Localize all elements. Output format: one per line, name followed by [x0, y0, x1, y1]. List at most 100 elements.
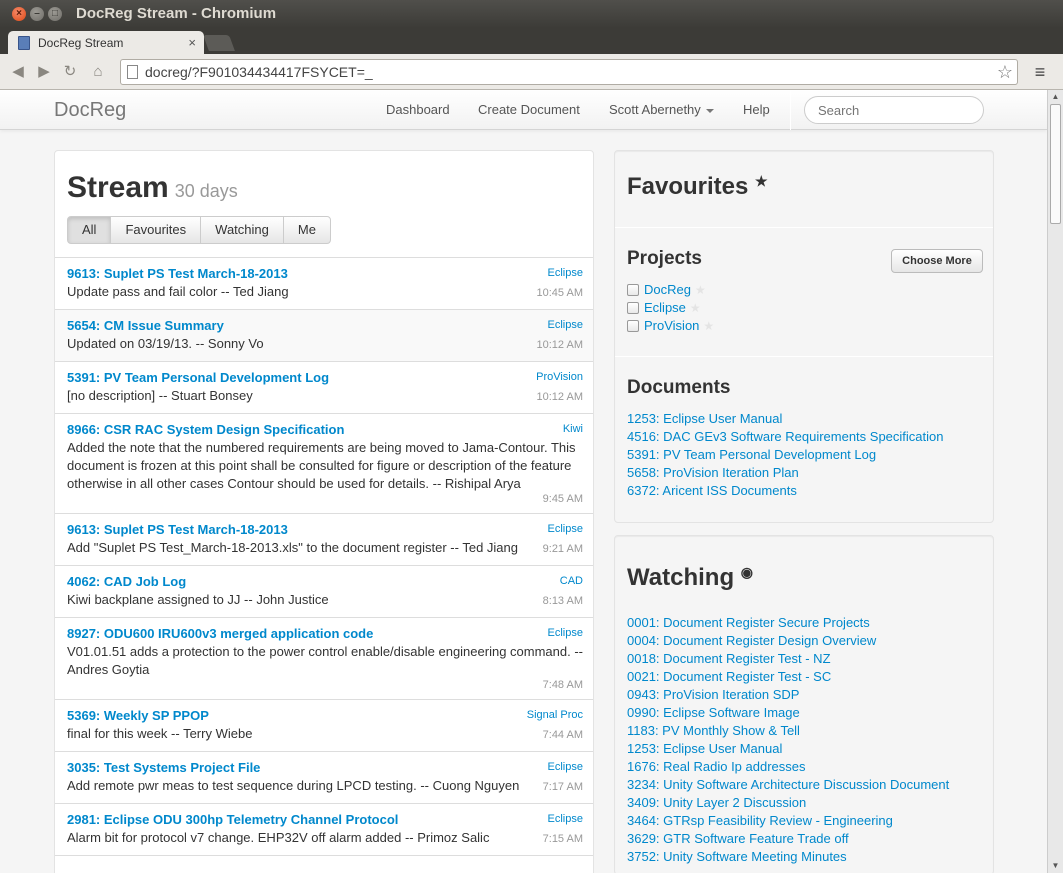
- stream-item-title-link[interactable]: 2981: Eclipse ODU 300hp Telemetry Channe…: [67, 811, 583, 829]
- favourites-title: Favourites: [627, 173, 749, 200]
- scrollbar-thumb[interactable]: [1050, 104, 1061, 224]
- watched-document-link[interactable]: 0001: Document Register Secure Projects: [627, 615, 870, 630]
- project-checkbox[interactable]: [627, 320, 639, 332]
- eye-icon: ◉: [740, 564, 753, 580]
- document-link[interactable]: 4516: DAC GEv3 Software Requirements Spe…: [627, 429, 944, 444]
- stream-item-project-link[interactable]: Eclipse: [548, 523, 583, 535]
- stream-item-description: Alarm bit for protocol v7 change. EHP32V…: [67, 830, 490, 845]
- project-favourite-row: ProVision ★: [627, 317, 714, 335]
- window-minimize-button[interactable]: –: [30, 7, 44, 21]
- stream-item-project-link[interactable]: ProVision: [536, 371, 583, 383]
- watched-document-link[interactable]: 3409: Unity Layer 2 Discussion: [627, 795, 806, 810]
- browser-window: × – □ DocReg Stream - Chromium DocReg St…: [0, 0, 1063, 873]
- brand-link[interactable]: DocReg: [54, 99, 126, 122]
- stream-item-title-link[interactable]: 9613: Suplet PS Test March-18-2013: [67, 521, 583, 539]
- watching-documents-list: 0001: Document Register Secure Projects …: [627, 614, 949, 866]
- back-arrow-icon[interactable]: ◀: [8, 62, 28, 82]
- stream-item-title-link[interactable]: 9613: Suplet PS Test March-18-2013: [67, 265, 583, 283]
- star-icon[interactable]: ★: [695, 283, 706, 297]
- stream-item-description: final for this week -- Terry Wiebe: [67, 726, 253, 741]
- browser-toolbar: ◀ ▶ ↻ ⌂ docreg/?F901034434417FSYCET=_ ☆ …: [0, 54, 1063, 90]
- watched-document-link[interactable]: 0004: Document Register Design Overview: [627, 633, 876, 648]
- filter-me-button[interactable]: Me: [282, 216, 331, 244]
- reload-icon[interactable]: ↻: [60, 62, 80, 82]
- stream-item-title-link[interactable]: 8927: ODU600 IRU600v3 merged application…: [67, 625, 583, 643]
- stream-item-project-link[interactable]: Eclipse: [548, 627, 583, 639]
- nav-user-menu[interactable]: Scott Abernethy: [609, 102, 715, 117]
- forward-arrow-icon[interactable]: ▶: [34, 62, 54, 82]
- stream-item: 2981: Eclipse ODU 300hp Telemetry Channe…: [55, 804, 593, 856]
- document-link[interactable]: 5658: ProVision Iteration Plan: [627, 465, 799, 480]
- nav-create-document[interactable]: Create Document: [478, 102, 580, 117]
- watched-document-link[interactable]: 3629: GTR Software Feature Trade off: [627, 831, 849, 846]
- stream-item-title-link[interactable]: 3035: Test Systems Project File: [67, 759, 583, 777]
- stream-item-title-link[interactable]: 4062: CAD Job Log: [67, 573, 583, 591]
- projects-heading: Projects: [627, 248, 702, 269]
- project-link[interactable]: Eclipse: [644, 300, 686, 315]
- scroll-down-arrow-icon[interactable]: ▼: [1048, 859, 1063, 873]
- stream-item-description: Update pass and fail color -- Ted Jiang: [67, 284, 289, 299]
- stream-item-description: Updated on 03/19/13. -- Sonny Vo: [67, 336, 264, 351]
- scroll-up-arrow-icon[interactable]: ▲: [1048, 90, 1063, 104]
- stream-item: 8966: CSR RAC System Design Specificatio…: [55, 414, 593, 514]
- stream-list: 9613: Suplet PS Test March-18-2013 Eclip…: [55, 257, 593, 856]
- project-checkbox[interactable]: [627, 284, 639, 296]
- page-favicon-icon: [18, 36, 30, 50]
- document-link[interactable]: 1253: Eclipse User Manual: [627, 411, 782, 426]
- stream-item: 5391: PV Team Personal Development Log P…: [55, 362, 593, 414]
- document-link[interactable]: 6372: Aricent ISS Documents: [627, 483, 797, 498]
- tab-title: DocReg Stream: [38, 36, 124, 50]
- bookmark-star-icon[interactable]: ☆: [997, 60, 1013, 84]
- stream-item-title-link[interactable]: 8966: CSR RAC System Design Specificatio…: [67, 421, 583, 439]
- stream-item-project-link[interactable]: CAD: [560, 575, 583, 587]
- stream-item-time: 7:44 AM: [542, 729, 583, 741]
- new-tab-button[interactable]: [203, 35, 235, 51]
- stream-item-title-link[interactable]: 5654: CM Issue Summary: [67, 317, 583, 335]
- watched-document-link[interactable]: 0990: Eclipse Software Image: [627, 705, 800, 720]
- watched-document-link[interactable]: 0943: ProVision Iteration SDP: [627, 687, 799, 702]
- project-link[interactable]: ProVision: [644, 318, 699, 333]
- star-icon[interactable]: ★: [690, 301, 701, 315]
- watched-document-link[interactable]: 3234: Unity Software Architecture Discus…: [627, 777, 949, 792]
- hamburger-menu-icon[interactable]: ≡: [1030, 62, 1050, 82]
- stream-item-title-link[interactable]: 5391: PV Team Personal Development Log: [67, 369, 583, 387]
- filter-all-button[interactable]: All: [67, 216, 112, 244]
- filter-favourites-button[interactable]: Favourites: [110, 216, 202, 244]
- window-close-button[interactable]: ×: [12, 7, 26, 21]
- watched-document-link[interactable]: 1676: Real Radio Ip addresses: [627, 759, 806, 774]
- watched-document-link[interactable]: 3464: GTRsp Feasibility Review - Enginee…: [627, 813, 893, 828]
- home-icon[interactable]: ⌂: [88, 62, 108, 82]
- stream-item-project-link[interactable]: Eclipse: [548, 761, 583, 773]
- nav-help[interactable]: Help: [743, 102, 770, 117]
- tab-close-icon[interactable]: ×: [188, 31, 196, 55]
- stream-item-project-link[interactable]: Eclipse: [548, 813, 583, 825]
- stream-item-project-link[interactable]: Kiwi: [563, 423, 583, 435]
- watched-document-link[interactable]: 3752: Unity Software Meeting Minutes: [627, 849, 847, 864]
- stream-item-project-link[interactable]: Eclipse: [548, 319, 583, 331]
- project-link[interactable]: DocReg: [644, 282, 691, 297]
- tab-docreg-stream[interactable]: DocReg Stream ×: [8, 31, 204, 55]
- window-maximize-button[interactable]: □: [48, 7, 62, 21]
- search-input[interactable]: [804, 96, 984, 124]
- stream-item-time: 10:12 AM: [536, 391, 583, 403]
- filter-watching-button[interactable]: Watching: [200, 216, 284, 244]
- stream-item-time: 10:45 AM: [536, 287, 583, 299]
- choose-more-button[interactable]: Choose More: [891, 249, 983, 273]
- watched-document-link[interactable]: 1253: Eclipse User Manual: [627, 741, 782, 756]
- watched-document-link[interactable]: 1183: PV Monthly Show & Tell: [627, 723, 800, 738]
- address-bar[interactable]: docreg/?F901034434417FSYCET=_ ☆: [120, 59, 1018, 85]
- watched-document-link[interactable]: 0021: Document Register Test - SC: [627, 669, 831, 684]
- address-url: docreg/?F901034434417FSYCET=_: [145, 64, 373, 80]
- nav-dashboard[interactable]: Dashboard: [386, 102, 450, 117]
- stream-item-project-link[interactable]: Signal Proc: [527, 709, 583, 721]
- page-content: DocReg Dashboard Create Document Scott A…: [0, 90, 1047, 873]
- stream-item-title-link[interactable]: 5369: Weekly SP PPOP: [67, 707, 583, 725]
- top-navbar: DocReg Dashboard Create Document Scott A…: [0, 90, 1047, 130]
- stream-item-description: V01.01.51 adds a protection to the power…: [67, 644, 583, 677]
- project-checkbox[interactable]: [627, 302, 639, 314]
- document-link[interactable]: 5391: PV Team Personal Development Log: [627, 447, 876, 462]
- star-icon[interactable]: ★: [703, 319, 714, 333]
- watched-document-link[interactable]: 0018: Document Register Test - NZ: [627, 651, 831, 666]
- page-scrollbar[interactable]: ▲ ▼: [1047, 90, 1063, 873]
- stream-item-project-link[interactable]: Eclipse: [548, 267, 583, 279]
